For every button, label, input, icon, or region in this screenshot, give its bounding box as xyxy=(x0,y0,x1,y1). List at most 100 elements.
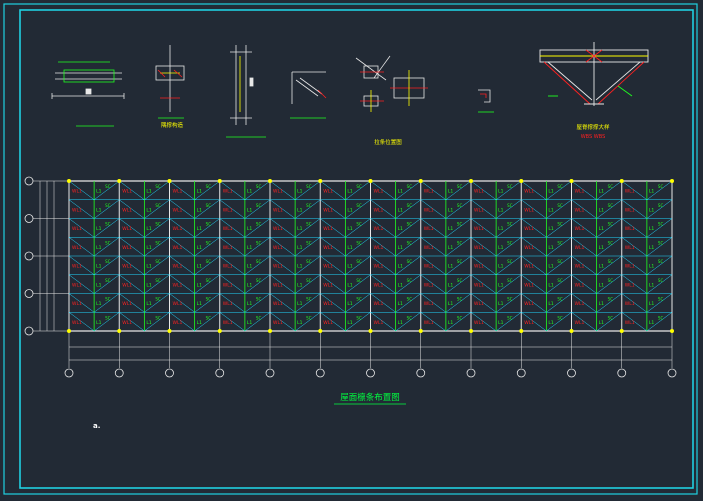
brace-label: SC xyxy=(457,184,463,189)
brace-label: SC xyxy=(457,297,463,302)
purlin-label: WL1 xyxy=(575,245,585,251)
purlin-label: WL1 xyxy=(424,301,434,307)
tie-label: L1 xyxy=(649,207,655,213)
caption-ridge-brace-sub: WBS WBS xyxy=(581,134,606,140)
purlin-label: WL1 xyxy=(223,226,233,232)
plan-node xyxy=(619,329,624,333)
purlin-label: WL1 xyxy=(173,226,183,232)
purlin-label: WL1 xyxy=(122,245,132,251)
brace-label: SC xyxy=(306,278,312,283)
purlin-label: WL1 xyxy=(474,245,484,251)
brace-label: SC xyxy=(457,259,463,264)
tie-label: L1 xyxy=(649,264,655,270)
purlin-label: WL1 xyxy=(524,207,534,213)
brace-label: SC xyxy=(206,184,212,189)
brace-label: SC xyxy=(356,203,362,208)
brace-label: SC xyxy=(356,278,362,283)
tie-label: L1 xyxy=(197,320,203,326)
brace-label: SC xyxy=(658,297,664,302)
tie-label: L1 xyxy=(247,207,253,213)
tie-label: L1 xyxy=(146,226,152,232)
tie-label: L1 xyxy=(197,189,203,195)
tie-label: L1 xyxy=(347,282,353,288)
brace-label: SC xyxy=(256,203,262,208)
tie-label: L1 xyxy=(96,207,102,213)
tie-label: L1 xyxy=(398,245,404,251)
purlin-label: WL1 xyxy=(474,207,484,213)
purlin-label: WL1 xyxy=(424,245,434,251)
purlin-label: WL1 xyxy=(524,264,534,270)
brace-label: SC xyxy=(206,259,212,264)
brace-label: SC xyxy=(356,259,362,264)
plan-node xyxy=(670,179,674,183)
tie-label: L1 xyxy=(297,226,303,232)
brace-label: SC xyxy=(256,222,262,227)
purlin-label: WL1 xyxy=(323,264,333,270)
grid-axis-bubble xyxy=(667,368,677,378)
purlin-label: WL1 xyxy=(173,282,183,288)
tie-label: L1 xyxy=(96,189,102,195)
purlin-label: WL1 xyxy=(625,226,635,232)
plan-node xyxy=(318,329,323,333)
brace-label: SC xyxy=(557,222,563,227)
purlin-label: WL1 xyxy=(173,320,183,326)
purlin-label: WL1 xyxy=(173,301,183,307)
purlin-label: WL1 xyxy=(524,189,534,195)
tie-label: L1 xyxy=(448,301,454,307)
detail-gusset xyxy=(290,71,327,119)
brace-label: SC xyxy=(507,203,513,208)
tie-label: L1 xyxy=(398,320,404,326)
brace-label: SC xyxy=(306,203,312,208)
plan-node xyxy=(67,329,71,333)
grid-axis-bubble xyxy=(265,368,275,378)
plan-node xyxy=(217,329,222,333)
grid-axis-bubble xyxy=(617,368,627,378)
tie-label: L1 xyxy=(146,207,152,213)
brace-label: SC xyxy=(557,184,563,189)
tie-label: L1 xyxy=(146,245,152,251)
grid-axis-bubble xyxy=(24,251,34,261)
brace-label: SC xyxy=(105,203,111,208)
purlin-label: WL1 xyxy=(223,245,233,251)
grid-axis-bubble xyxy=(24,326,34,336)
purlin-label: WL1 xyxy=(625,320,635,326)
tie-label: L1 xyxy=(247,301,253,307)
tie-label: L1 xyxy=(247,264,253,270)
brace-label: SC xyxy=(105,240,111,245)
brace-label: SC xyxy=(256,259,262,264)
plan-node xyxy=(670,329,674,333)
brace-label: SC xyxy=(507,259,513,264)
brace-label: SC xyxy=(407,222,413,227)
brace-label: SC xyxy=(206,278,212,283)
plan-title: 屋面檩条布置图 xyxy=(340,392,400,403)
purlin-label: WL1 xyxy=(424,282,434,288)
brace-label: SC xyxy=(105,278,111,283)
purlin-label: WL1 xyxy=(72,301,82,307)
tie-label: L1 xyxy=(548,226,554,232)
tie-label: L1 xyxy=(96,226,102,232)
purlin-label: WL1 xyxy=(625,264,635,270)
brace-label: SC xyxy=(557,259,563,264)
tie-label: L1 xyxy=(297,189,303,195)
tie-label: L1 xyxy=(146,320,152,326)
brace-label: SC xyxy=(155,184,161,189)
brace-label: SC xyxy=(306,240,312,245)
tie-label: L1 xyxy=(247,245,253,251)
purlin-label: WL1 xyxy=(173,207,183,213)
tie-label: L1 xyxy=(247,282,253,288)
tie-label: L1 xyxy=(96,245,102,251)
purlin-label: WL1 xyxy=(625,245,635,251)
plan-node xyxy=(67,179,71,183)
plan-node xyxy=(418,179,423,183)
purlin-label: WL1 xyxy=(374,282,384,288)
brace-label: SC xyxy=(557,240,563,245)
tie-label: L1 xyxy=(649,226,655,232)
brace-label: SC xyxy=(557,203,563,208)
purlin-label: WL1 xyxy=(223,282,233,288)
tie-label: L1 xyxy=(649,245,655,251)
grid-axis-bubble xyxy=(24,176,34,186)
plan-node xyxy=(569,179,574,183)
tie-label: L1 xyxy=(247,226,253,232)
plan-node xyxy=(619,179,624,183)
purlin-label: WL1 xyxy=(273,282,283,288)
